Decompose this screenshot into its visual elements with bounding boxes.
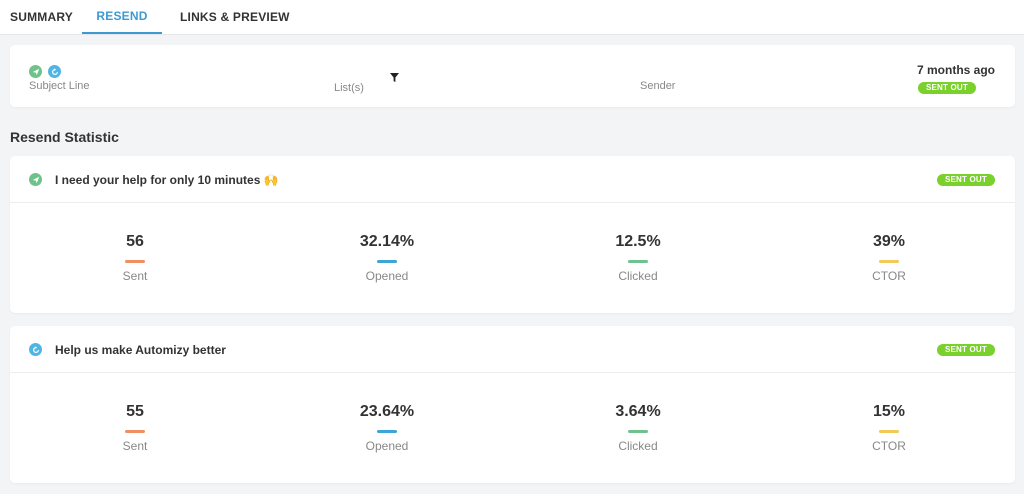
metric-label: CTOR <box>872 439 906 453</box>
metric-bar <box>377 260 397 263</box>
metric-label: Opened <box>365 439 409 453</box>
metric-label: Opened <box>365 269 409 283</box>
campaign-info-card: Subject Line List(s) Sender 7 months ago… <box>10 45 1015 107</box>
metric-value: 32.14% <box>359 233 415 250</box>
metric-value: 39% <box>872 233 906 250</box>
metric-label: Clicked <box>618 269 658 283</box>
send-icon <box>29 65 42 78</box>
stat-card-header: Help us make Automizy better SENT OUT <box>10 326 1015 373</box>
tab-links-preview[interactable]: LINKS & PREVIEW <box>180 0 290 34</box>
campaign-type-icons <box>29 65 61 78</box>
sender-label: Sender <box>640 80 676 92</box>
metric-bar <box>377 430 397 433</box>
resend-stat-card: Help us make Automizy better SENT OUT 55… <box>10 326 1015 483</box>
tab-resend[interactable]: RESEND <box>82 0 162 34</box>
metric-bar <box>879 430 899 433</box>
resend-stat-card: I need your help for only 10 minutes 🙌 S… <box>10 156 1015 313</box>
subject-line-label: Subject Line <box>29 80 90 92</box>
sent-time: 7 months ago <box>916 63 995 77</box>
metric-ctor: 39% CTOR <box>814 233 964 283</box>
metrics-row: 56 Sent 32.14% Opened 12.5% Clicked 39% … <box>10 203 1015 313</box>
email-subject: Help us make Automizy better <box>55 343 226 357</box>
metric-sent: 55 Sent <box>60 403 210 453</box>
metric-bar <box>125 260 145 263</box>
resend-icon <box>29 343 42 356</box>
status-badge: SENT OUT <box>917 82 976 94</box>
metric-bar <box>628 430 648 433</box>
metrics-row: 55 Sent 23.64% Opened 3.64% Clicked 15% … <box>10 373 1015 483</box>
metric-label: Sent <box>122 269 148 283</box>
metric-value: 56 <box>126 233 144 250</box>
status-badge: SENT OUT <box>936 344 995 356</box>
metric-bar <box>125 430 145 433</box>
metric-bar <box>879 260 899 263</box>
metric-value: 55 <box>126 403 144 420</box>
metric-value: 3.64% <box>615 403 661 420</box>
metric-label: Sent <box>122 439 148 453</box>
lists-label: List(s) <box>334 82 364 94</box>
metric-value: 15% <box>872 403 906 420</box>
metric-sent: 56 Sent <box>60 233 210 283</box>
metric-opened: 32.14% Opened <box>312 233 462 283</box>
metric-opened: 23.64% Opened <box>312 403 462 453</box>
metric-bar <box>628 260 648 263</box>
section-title: Resend Statistic <box>10 129 119 145</box>
tab-summary[interactable]: SUMMARY <box>10 0 82 34</box>
metric-value: 23.64% <box>359 403 415 420</box>
metric-ctor: 15% CTOR <box>814 403 964 453</box>
metric-value: 12.5% <box>615 233 661 250</box>
email-subject: I need your help for only 10 minutes 🙌 <box>55 173 279 187</box>
send-icon <box>29 173 42 186</box>
resend-icon <box>48 65 61 78</box>
stat-card-header: I need your help for only 10 minutes 🙌 S… <box>10 156 1015 203</box>
status-badge: SENT OUT <box>936 174 995 186</box>
metric-clicked: 3.64% Clicked <box>563 403 713 453</box>
filter-icon[interactable] <box>390 69 399 87</box>
tab-bar: SUMMARY RESEND LINKS & PREVIEW <box>0 0 1024 35</box>
metric-label: Clicked <box>618 439 658 453</box>
metric-clicked: 12.5% Clicked <box>563 233 713 283</box>
metric-label: CTOR <box>872 269 906 283</box>
